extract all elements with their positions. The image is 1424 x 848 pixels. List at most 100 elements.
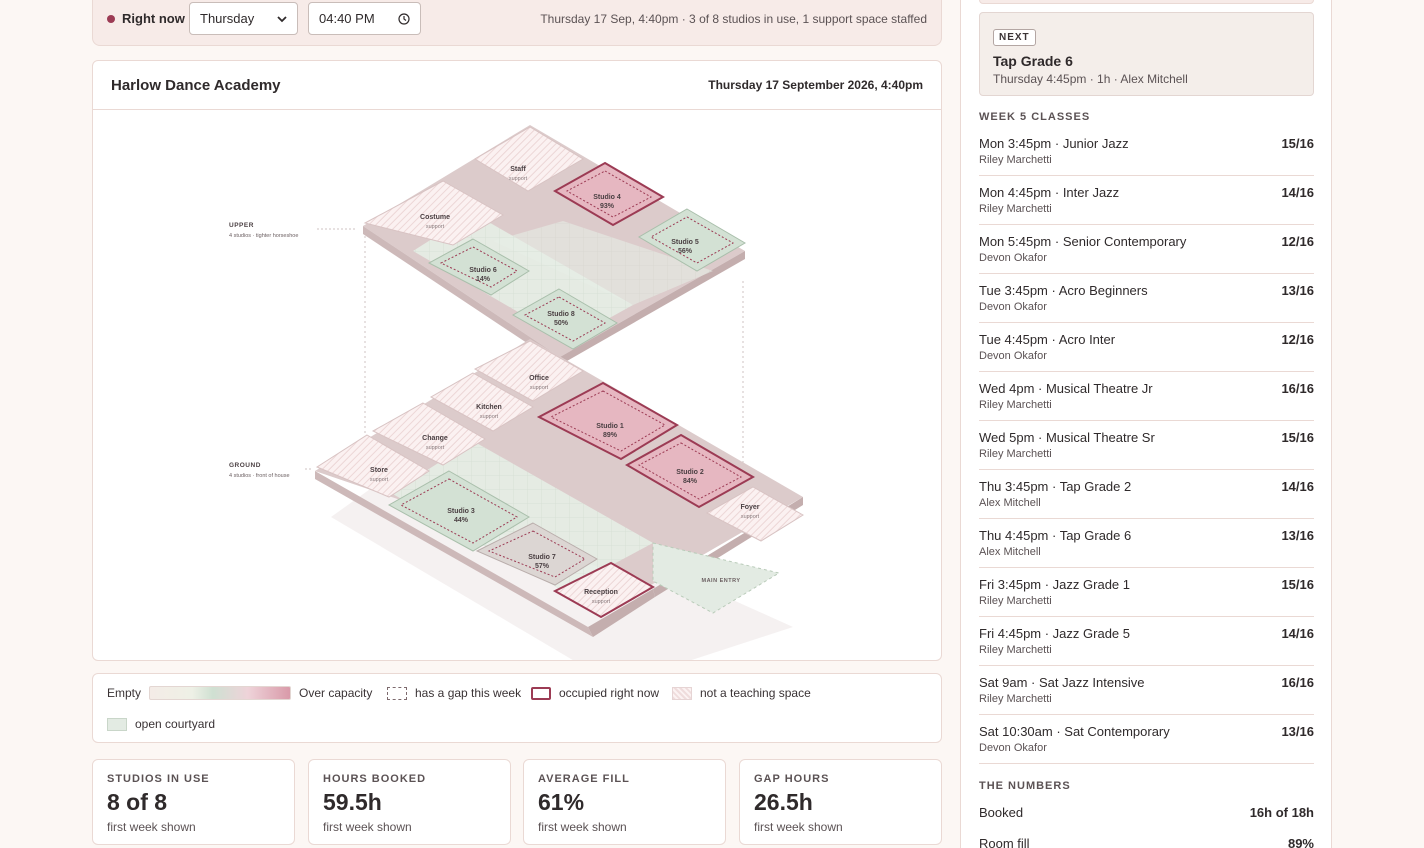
clock-icon xyxy=(398,12,410,25)
next-class-card[interactable]: NEXT Tap Grade 6 Thursday 4:45pm · 1h · … xyxy=(979,12,1314,96)
studio4-fill: 93% xyxy=(600,203,615,210)
class-teacher: Riley Marchetti xyxy=(979,595,1052,607)
room-costume-sub: support xyxy=(426,224,445,230)
class-list: Mon 3:45pm · Junior Jazz Riley Marchetti 1… xyxy=(979,127,1314,764)
stat-label: HOURS BOOKED xyxy=(323,773,427,785)
class-row[interactable]: Mon 5:45pm · Senior Contemporary Devon Ok… xyxy=(979,225,1314,274)
class-fill: 13/16 xyxy=(1281,528,1314,543)
studio6-label: Studio 6 xyxy=(469,267,497,274)
class-name: Thu 3:45pm · Tap Grade 2 xyxy=(979,479,1132,494)
class-name: Tue 4:45pm · Acro Inter xyxy=(979,332,1116,347)
ground-floor: MAIN ENTRY Office support Kitchen suppor… xyxy=(229,339,804,660)
class-teacher: Alex Mitchell xyxy=(979,497,1041,509)
class-teacher: Riley Marchetti xyxy=(979,693,1052,705)
room-office-label: Office xyxy=(529,375,549,382)
class-name: Thu 4:45pm · Tap Grade 6 xyxy=(979,528,1132,543)
class-row[interactable]: Fri 3:45pm · Jazz Grade 1 Riley Marchetti… xyxy=(979,568,1314,617)
studio5-fill: 56% xyxy=(678,248,693,255)
isometric-floorplan: Staff support Costume support Studio 4 9… xyxy=(229,125,804,660)
fill-gradient-swatch xyxy=(149,686,292,700)
stat-sub: first week shown xyxy=(107,820,196,834)
class-teacher: Devon Okafor xyxy=(979,742,1047,754)
class-row[interactable]: Mon 4:45pm · Inter Jazz Riley Marchetti 14… xyxy=(979,176,1314,225)
hatch-swatch xyxy=(672,686,692,700)
class-name: Mon 4:45pm · Inter Jazz xyxy=(979,185,1120,200)
studio2-fill: 84% xyxy=(683,478,698,485)
studio-detail-panel: NEXT Tap Grade 6 Thursday 4:45pm · 1h · … xyxy=(960,0,1332,848)
room-staff-label: Staff xyxy=(510,166,526,173)
room-kitchen-sub: support xyxy=(480,414,499,420)
room-costume-label: Costume xyxy=(420,214,450,221)
studio7-fill: 57% xyxy=(535,563,550,570)
class-name: Wed 5pm · Musical Theatre Sr xyxy=(979,430,1155,445)
room-store-sub: support xyxy=(370,477,389,483)
class-fill: 13/16 xyxy=(1281,724,1314,739)
number-row-room-fill: Room fill 89% xyxy=(979,836,1314,848)
room-change-label: Change xyxy=(422,435,448,442)
class-fill: 12/16 xyxy=(1281,234,1314,249)
floorplan-header: Harlow Dance Academy Thursday 17 Septemb… xyxy=(93,61,941,110)
studio7-label: Studio 7 xyxy=(528,554,556,561)
next-badge: NEXT xyxy=(993,29,1036,46)
class-row[interactable]: Sat 9am · Sat Jazz Intensive Riley Marche… xyxy=(979,666,1314,715)
time-input-value: 04:40 PM xyxy=(319,11,375,26)
stat-value: 26.5h xyxy=(754,789,813,815)
studio6-fill: 14% xyxy=(476,276,491,283)
class-name: Wed 4pm · Musical Theatre Jr xyxy=(979,381,1153,396)
class-row[interactable]: Wed 5pm · Musical Theatre Sr Riley Marche… xyxy=(979,421,1314,470)
class-fill: 16/16 xyxy=(1281,381,1314,396)
class-fill: 14/16 xyxy=(1281,479,1314,494)
stat-value: 61% xyxy=(538,789,585,815)
studio1-label: Studio 1 xyxy=(596,423,624,430)
room-foyer-sub: support xyxy=(741,514,760,520)
class-row[interactable]: Tue 4:45pm · Acro Inter Devon Okafor 12/16 xyxy=(979,323,1314,372)
next-class-meta: Thursday 4:45pm · 1h · Alex Mitchell xyxy=(993,72,1188,86)
courtyard-swatch xyxy=(107,717,127,731)
studio2-label: Studio 2 xyxy=(676,469,704,476)
number-row-booked: Booked 16h of 18h xyxy=(979,805,1314,820)
class-row[interactable]: Fri 4:45pm · Jazz Grade 5 Riley Marchetti… xyxy=(979,617,1314,666)
stat-sub: first week shown xyxy=(538,820,627,834)
stat-gap-hours: GAP HOURS 26.5h first week shown xyxy=(739,759,942,845)
class-row[interactable]: Mon 3:45pm · Junior Jazz Riley Marchetti 1… xyxy=(979,127,1314,176)
class-name: Sat 10:30am · Sat Contemporary xyxy=(979,724,1170,739)
stat-label: STUDIOS IN USE xyxy=(107,773,210,785)
class-fill: 15/16 xyxy=(1281,577,1314,592)
class-teacher: Riley Marchetti xyxy=(979,644,1052,656)
class-fill: 14/16 xyxy=(1281,626,1314,641)
class-row[interactable]: Thu 4:45pm · Tap Grade 6 Alex Mitchell 13/… xyxy=(979,519,1314,568)
class-teacher: Devon Okafor xyxy=(979,301,1047,313)
class-teacher: Riley Marchetti xyxy=(979,154,1052,166)
studio8-fill: 50% xyxy=(554,320,569,327)
studio8-label: Studio 8 xyxy=(547,311,575,318)
class-name: Tue 3:45pm · Acro Beginners xyxy=(979,283,1148,298)
floorplan-datetime: Thursday 17 September 2026, 4:40pm xyxy=(708,78,923,92)
stat-label: GAP HOURS xyxy=(754,773,830,785)
stat-sub: first week shown xyxy=(754,820,843,834)
room-staff-sub: support xyxy=(509,176,528,182)
number-value: 16h of 18h xyxy=(1249,805,1314,820)
class-fill: 15/16 xyxy=(1281,136,1314,151)
day-select-value: Thursday xyxy=(200,11,255,26)
class-row[interactable]: Sat 10:30am · Sat Contemporary Devon Okaf… xyxy=(979,715,1314,764)
week-classes-heading: WEEK 5 CLASSES xyxy=(979,111,1091,123)
number-label: Room fill xyxy=(979,836,1030,848)
stat-label: AVERAGE FILL xyxy=(538,773,630,785)
ground-floor-name: GROUND xyxy=(229,462,261,469)
legend-courtyard: open courtyard xyxy=(135,717,216,731)
time-input[interactable]: 04:40 PM xyxy=(308,2,421,35)
room-foyer-label: Foyer xyxy=(740,504,759,511)
number-label: Booked xyxy=(979,805,1024,820)
class-row[interactable]: Tue 3:45pm · Acro Beginners Devon Okafor 1… xyxy=(979,274,1314,323)
stat-hours-booked: HOURS BOOKED 59.5h first week shown xyxy=(308,759,511,845)
right-now-toggle[interactable]: Right now xyxy=(122,11,185,26)
studio1-fill: 89% xyxy=(603,432,618,439)
class-name: Fri 3:45pm · Jazz Grade 1 xyxy=(979,577,1130,592)
class-row[interactable]: Thu 3:45pm · Tap Grade 2 Alex Mitchell 14/… xyxy=(979,470,1314,519)
class-row[interactable]: Wed 4pm · Musical Theatre Jr Riley Marche… xyxy=(979,372,1314,421)
day-select[interactable]: Thursday xyxy=(189,2,298,35)
room-change-sub: support xyxy=(426,445,445,451)
ground-floor-desc: 4 studios · front of house xyxy=(229,473,290,479)
room-store-label: Store xyxy=(370,467,388,474)
number-value: 89% xyxy=(1287,836,1314,848)
